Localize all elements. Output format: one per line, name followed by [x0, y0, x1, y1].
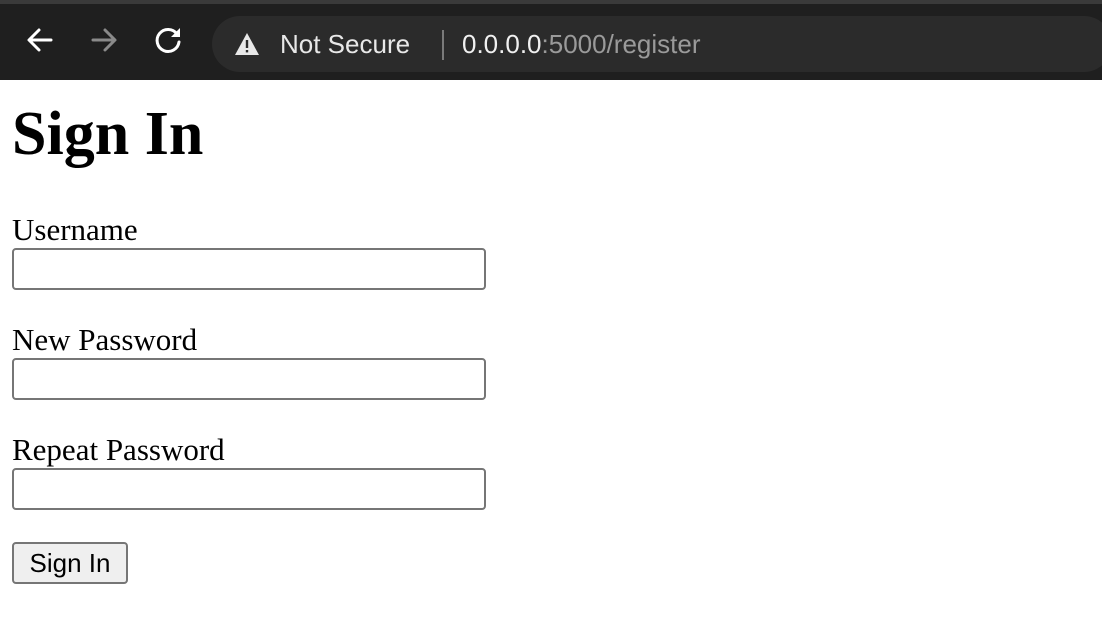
- address-bar[interactable]: Not Secure 0.0.0.0:5000/register: [212, 16, 1102, 72]
- sign-in-button[interactable]: Sign In: [12, 542, 128, 584]
- url-host: 0.0.0.0: [462, 29, 542, 59]
- new-password-input[interactable]: [12, 358, 486, 400]
- url-text[interactable]: 0.0.0.0:5000/register: [462, 29, 701, 60]
- forward-button[interactable]: [86, 22, 122, 58]
- repeat-password-input[interactable]: [12, 468, 486, 510]
- page-content: Sign In Username New Password Repeat Pas…: [0, 80, 1102, 638]
- address-divider: [442, 30, 444, 60]
- repeat-password-label: Repeat Password: [12, 432, 225, 467]
- security-status-label[interactable]: Not Secure: [280, 29, 410, 60]
- new-password-label: New Password: [12, 322, 198, 357]
- page-title: Sign In: [12, 100, 204, 168]
- reload-button[interactable]: [150, 22, 186, 58]
- reload-icon: [155, 27, 181, 53]
- arrow-left-icon: [27, 28, 53, 52]
- arrow-right-icon: [91, 28, 117, 52]
- url-path: :5000/register: [541, 29, 701, 59]
- browser-toolbar: Not Secure 0.0.0.0:5000/register: [0, 0, 1102, 80]
- warning-triangle-icon[interactable]: [234, 32, 260, 56]
- back-button[interactable]: [22, 22, 58, 58]
- username-input[interactable]: [12, 248, 486, 290]
- username-label: Username: [12, 212, 138, 247]
